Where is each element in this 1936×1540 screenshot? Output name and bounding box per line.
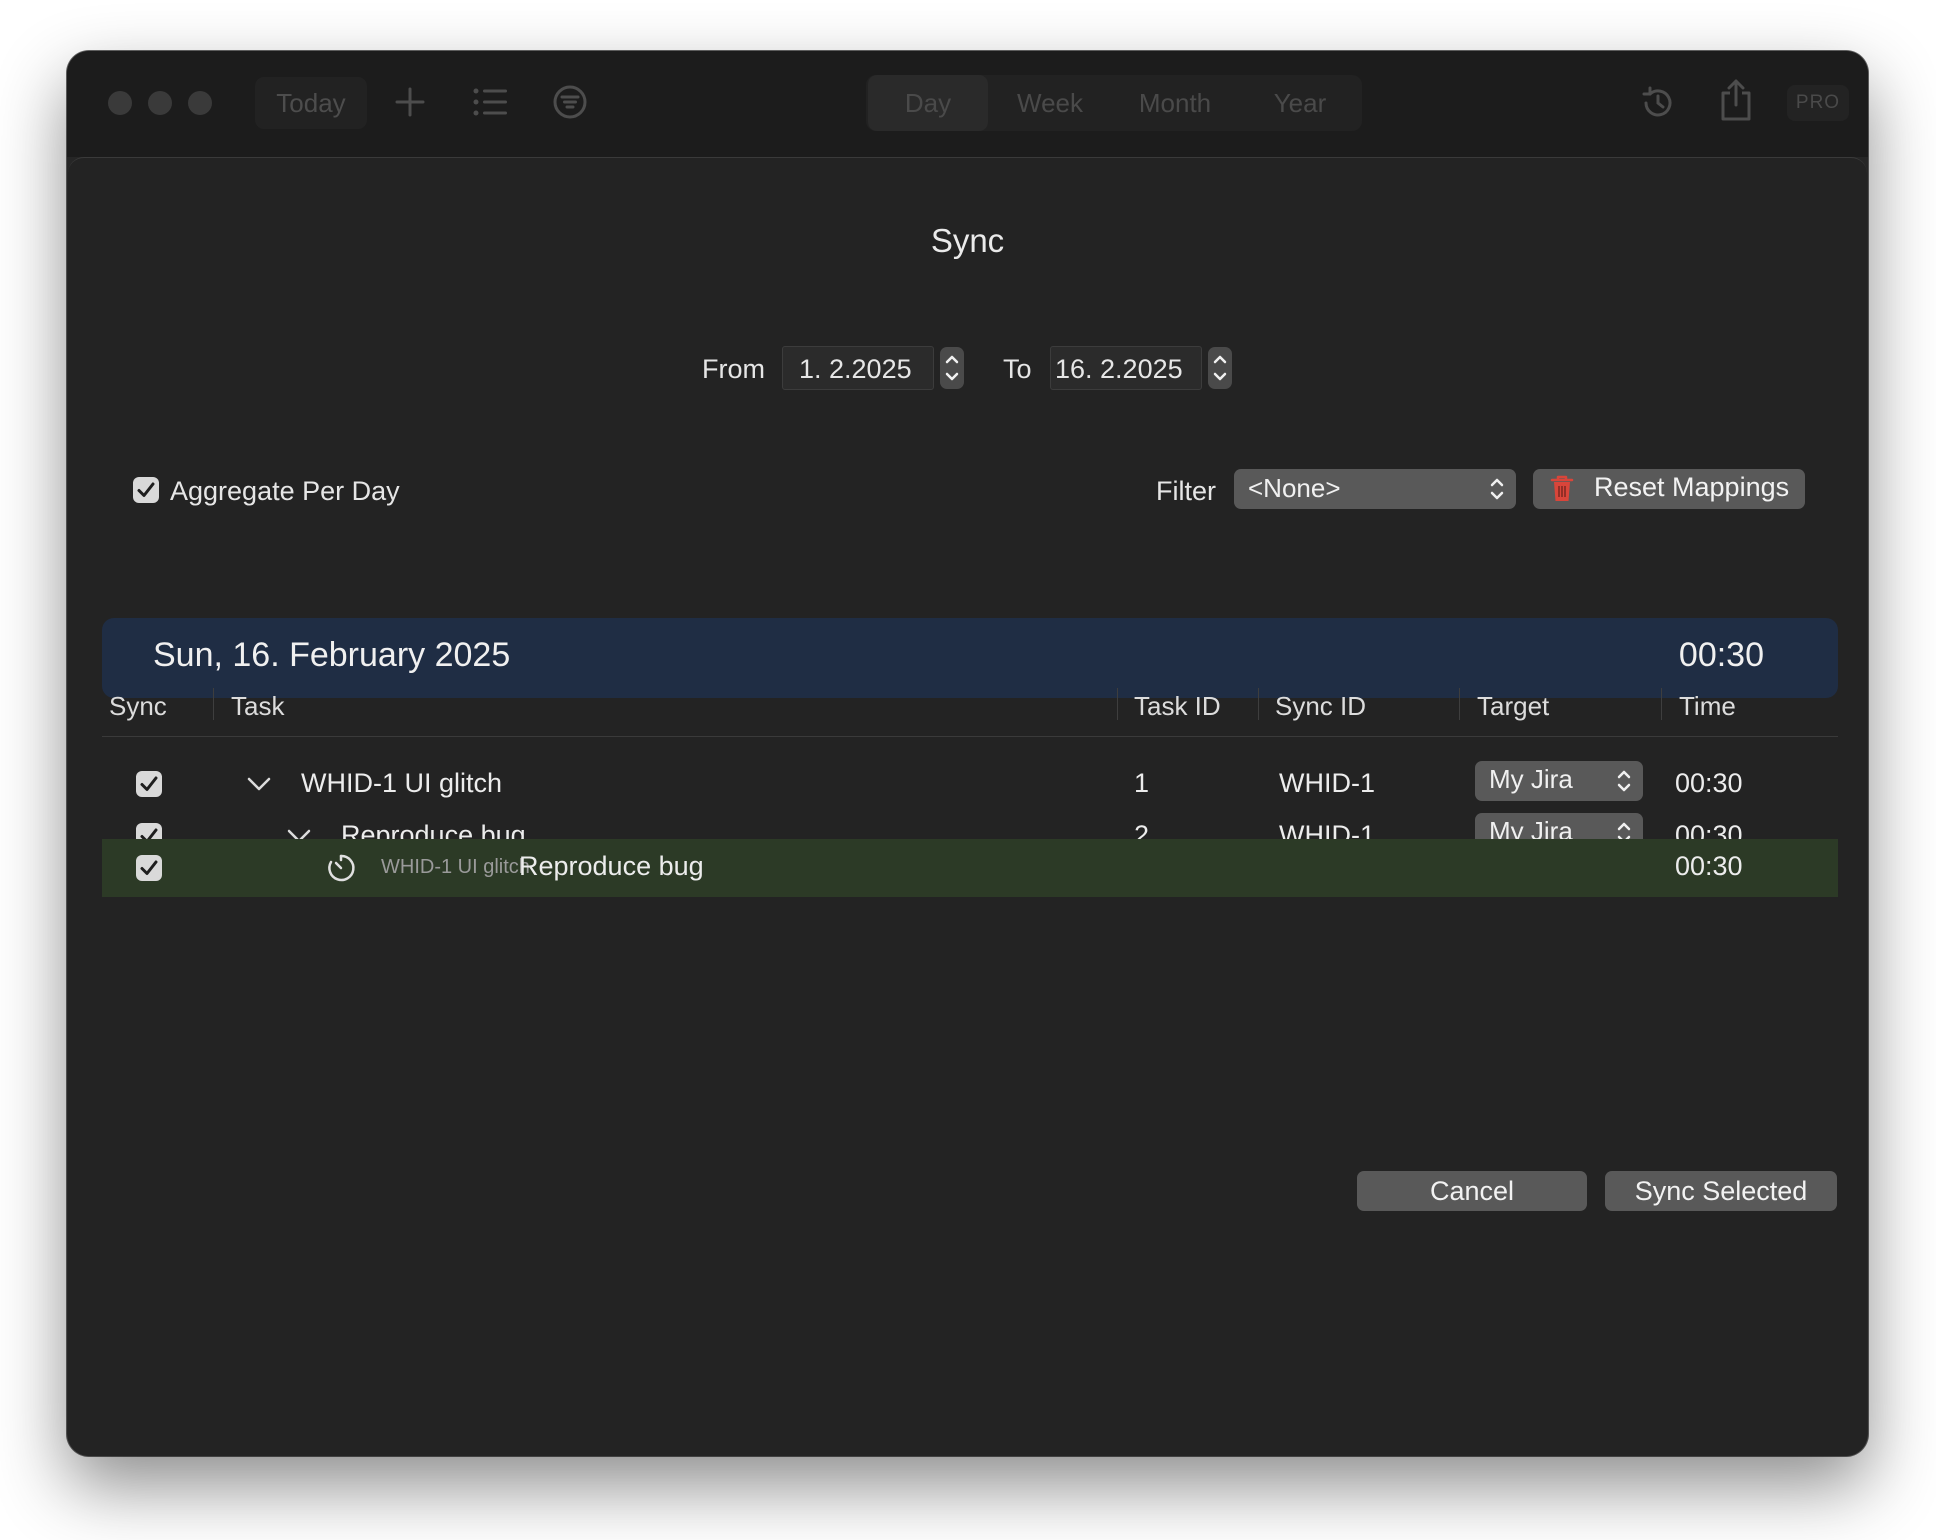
entry-parent-task: WHID-1 UI glitch <box>381 856 530 878</box>
to-label: To <box>1003 354 1032 384</box>
sync-sheet: Sync From 1. 2.2025 To 16. 2.2025 Aggreg… <box>68 157 1867 1456</box>
column-divider[interactable] <box>1117 688 1118 720</box>
row-target-select[interactable]: My Jira <box>1475 761 1643 801</box>
reset-mappings-button[interactable]: Reset Mappings <box>1533 469 1805 509</box>
column-header-task[interactable]: Task <box>231 691 284 722</box>
sheet-title: Sync <box>930 222 1005 259</box>
pro-badge[interactable]: PRO <box>1787 85 1849 121</box>
to-date-field[interactable]: 16. 2.2025 <box>1050 346 1202 390</box>
row-sync-id: WHID-1 <box>1279 768 1375 798</box>
column-header-sync-id[interactable]: Sync ID <box>1275 691 1366 722</box>
to-date-stepper[interactable] <box>1208 347 1232 389</box>
timer-icon <box>326 853 356 888</box>
table-row: WHID-1 UI glitch 1 WHID-1 My Jira 00:30 <box>68 758 1867 810</box>
day-group-header: Sun, 16. February 2025 00:30 <box>102 618 1838 698</box>
tab-month[interactable]: Month <box>1112 75 1238 131</box>
share-icon[interactable] <box>1719 79 1753 121</box>
reset-mappings-label: Reset Mappings <box>1594 472 1790 502</box>
close-window-button[interactable] <box>108 91 132 115</box>
filter-select-value: <None> <box>1248 473 1341 503</box>
tab-year[interactable]: Year <box>1240 75 1360 131</box>
row-target-value: My Jira <box>1489 764 1573 794</box>
up-down-chevron-icon <box>1615 766 1633 803</box>
header-separator <box>102 736 1838 737</box>
day-date: Sun, 16. February 2025 <box>153 636 511 674</box>
row-time: 00:30 <box>1675 768 1743 798</box>
today-button[interactable]: Today <box>255 77 367 129</box>
trash-icon <box>1550 474 1574 511</box>
row-task-id: 1 <box>1134 768 1150 798</box>
history-icon[interactable] <box>1638 83 1678 123</box>
entry-name: Reproduce bug <box>519 851 704 881</box>
cancel-button[interactable]: Cancel <box>1357 1171 1587 1211</box>
minimize-window-button[interactable] <box>148 91 172 115</box>
app-window: Today Day Week Month Year PRO Sync From … <box>67 51 1868 1456</box>
filter-select[interactable]: <None> <box>1234 469 1516 509</box>
column-divider[interactable] <box>213 688 214 720</box>
time-entry-row[interactable]: WHID-1 UI glitch Reproduce bug 00:30 <box>102 839 1838 897</box>
day-total-time: 00:30 <box>1678 636 1764 674</box>
filter-circle-icon[interactable] <box>552 84 588 120</box>
column-header-sync[interactable]: Sync <box>109 691 167 722</box>
from-date-stepper[interactable] <box>940 347 964 389</box>
up-down-chevron-icon <box>1488 474 1506 511</box>
filter-label: Filter <box>1156 476 1216 506</box>
tab-day[interactable]: Day <box>868 75 988 131</box>
column-header-time[interactable]: Time <box>1679 691 1736 722</box>
column-header-target[interactable]: Target <box>1477 691 1549 722</box>
row-task-name: WHID-1 UI glitch <box>301 768 503 798</box>
zoom-window-button[interactable] <box>188 91 212 115</box>
column-divider[interactable] <box>1258 688 1259 720</box>
entry-sync-checkbox[interactable] <box>136 855 162 881</box>
aggregate-per-day-label: Aggregate Per Day <box>170 476 400 506</box>
chevron-down-icon[interactable] <box>246 775 272 798</box>
list-icon[interactable] <box>473 87 509 117</box>
aggregate-per-day-checkbox[interactable] <box>133 477 159 503</box>
column-header-task-id[interactable]: Task ID <box>1134 691 1221 722</box>
view-segmented-control: Day Week Month Year <box>866 75 1362 131</box>
from-label: From <box>702 354 765 384</box>
row-sync-checkbox[interactable] <box>136 771 162 797</box>
column-divider[interactable] <box>1661 688 1662 720</box>
sync-selected-button[interactable]: Sync Selected <box>1605 1171 1837 1211</box>
column-divider[interactable] <box>1459 688 1460 720</box>
tab-week[interactable]: Week <box>990 75 1110 131</box>
from-date-field[interactable]: 1. 2.2025 <box>782 346 934 390</box>
entry-time: 00:30 <box>1675 851 1743 881</box>
toolbar: Today Day Week Month Year PRO <box>67 51 1868 157</box>
plus-icon[interactable] <box>395 87 425 117</box>
